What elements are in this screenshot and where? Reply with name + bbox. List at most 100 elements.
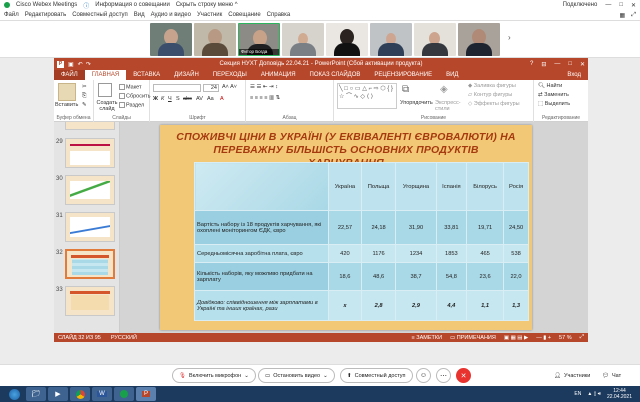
shadow-button[interactable]: S xyxy=(176,96,180,102)
participants-button[interactable]: 👤︎ Участники xyxy=(548,368,597,383)
reactions-icon[interactable]: ☺ xyxy=(416,368,431,383)
spacing-button[interactable]: AV xyxy=(196,96,203,102)
slide-thumbnail-selected[interactable] xyxy=(65,249,115,279)
find-button[interactable]: 🔍︎ Найти xyxy=(538,83,562,89)
select-button[interactable]: ⬚ Выделить xyxy=(538,101,570,107)
shapes-gallery[interactable]: ╲ □ ○ ▭ △ ⌐ ⇨ ⬡ { } ☆ ⌒ ∿ ◇ ⟨ ⟩ xyxy=(337,83,397,109)
ppt-minimize-icon[interactable]: — xyxy=(554,61,560,68)
slide-thumbnails-panel[interactable]: 29 30 31 32 33 xyxy=(54,122,120,333)
help-icon[interactable]: ? xyxy=(530,61,533,68)
close-icon[interactable]: ✕ xyxy=(631,2,636,9)
fit-slide-icon[interactable]: ⤢ xyxy=(580,334,584,341)
taskbar-media-icon[interactable]: ▶ xyxy=(48,387,68,401)
start-button-icon[interactable] xyxy=(4,387,24,401)
tab-review[interactable]: РЕЦЕНЗИРОВАНИЕ xyxy=(367,70,439,80)
unmute-button[interactable]: 🎙︎ Включить микрофон ⌄ xyxy=(172,368,256,383)
layout-button[interactable]: Макет xyxy=(119,84,142,90)
save-icon[interactable]: ▣ xyxy=(68,61,74,68)
paste-button[interactable]: Вставить xyxy=(55,102,78,108)
align-icons[interactable]: ≡ ≡ ≡ ≡ ▥ ⇅ xyxy=(250,95,280,101)
tab-view[interactable]: ВИД xyxy=(439,70,465,80)
notes-button[interactable]: ≡ ЗАМЕТКИ xyxy=(412,335,443,341)
replace-button[interactable]: ⇄ Заменить xyxy=(538,92,569,98)
arrange-button[interactable]: Упорядочить xyxy=(400,100,433,106)
bullets-icon[interactable]: ☰ ☰ ⇤ ⇥ ↕ xyxy=(250,84,278,90)
font-grow-icon[interactable]: A˄ A˅ xyxy=(222,84,237,90)
participant-video[interactable] xyxy=(414,23,456,56)
taskbar-webex-icon[interactable] xyxy=(114,387,134,401)
comments-button[interactable]: ▭ ПРИМЕЧАНИЯ xyxy=(450,335,496,341)
tab-file[interactable]: ФАЙЛ xyxy=(54,70,85,80)
tab-insert[interactable]: ВСТАВКА xyxy=(126,70,167,80)
menu-meeting[interactable]: Совещание xyxy=(228,12,260,18)
ribbon-options-icon[interactable]: ⊟ xyxy=(541,61,546,68)
menu-audio-video[interactable]: Аудио и видео xyxy=(151,12,191,18)
system-clock[interactable]: 12:44 22.04.2021 xyxy=(607,388,640,400)
new-slide-icon[interactable] xyxy=(98,83,112,97)
copy-icon[interactable]: ⎘ xyxy=(82,93,86,100)
slide-thumbnail[interactable] xyxy=(65,175,115,205)
menu-edit[interactable]: Редактировать xyxy=(25,12,66,18)
stop-video-button[interactable]: ▭ Остановить видео ⌄ xyxy=(258,368,335,383)
taskbar-powerpoint-icon[interactable]: P xyxy=(136,387,156,401)
bold-button[interactable]: Ж xyxy=(153,96,158,102)
more-options-icon[interactable]: ⋯ xyxy=(436,368,451,383)
strip-next-icon[interactable]: › xyxy=(508,33,511,42)
meeting-info-link[interactable]: Информация о совещании xyxy=(95,2,170,8)
reset-button[interactable]: Сбросить xyxy=(119,93,150,99)
effects-button[interactable]: ◇ Эффекты фигуры xyxy=(468,101,520,107)
minimize-icon[interactable]: — xyxy=(605,2,611,9)
participant-video[interactable] xyxy=(458,23,500,56)
section-button[interactable]: Раздел xyxy=(119,102,144,108)
ppt-maximize-icon[interactable]: □ xyxy=(568,61,572,68)
italic-button[interactable]: К xyxy=(161,96,164,102)
chat-button[interactable]: 💬︎ Чат xyxy=(596,368,628,383)
participant-video[interactable] xyxy=(150,23,192,56)
font-name-box[interactable] xyxy=(153,84,201,92)
share-button[interactable]: ⬆ Совместный доступ xyxy=(340,368,413,383)
arrange-icon[interactable]: ⧉ xyxy=(402,84,409,95)
ppt-close-icon[interactable]: ✕ xyxy=(580,61,585,68)
slide-thumbnail[interactable] xyxy=(65,212,115,242)
redo-icon[interactable]: ↷ xyxy=(86,61,91,68)
taskbar-explorer-icon[interactable]: 📁︎ xyxy=(26,387,46,401)
taskbar-word-icon[interactable]: W xyxy=(92,387,112,401)
slide-thumbnail[interactable] xyxy=(65,122,115,130)
taskbar-chrome-icon[interactable] xyxy=(70,387,90,401)
layout-grid-icon[interactable]: ▦ xyxy=(620,12,626,19)
end-call-button[interactable]: ✕ xyxy=(456,368,471,383)
tray-icons[interactable]: ▲ ▯ 🔊︎ xyxy=(587,391,601,397)
tab-animations[interactable]: АНИМАЦИЯ xyxy=(254,70,303,80)
active-speaker-video[interactable]: Фитор Богда xyxy=(238,23,280,56)
slide-thumbnail[interactable] xyxy=(65,138,115,168)
tab-transitions[interactable]: ПЕРЕХОДЫ xyxy=(206,70,254,80)
font-size-box[interactable]: 24 xyxy=(203,84,219,92)
login-link[interactable]: Вход xyxy=(560,70,588,80)
new-slide-button[interactable]: Создать слайд xyxy=(96,100,118,112)
fullscreen-icon[interactable]: ⤢ xyxy=(631,12,636,19)
hide-menu-button[interactable]: Скрыть строку меню ^ xyxy=(176,2,238,8)
case-button[interactable]: Aa xyxy=(207,96,214,102)
outline-button[interactable]: ▱ Контур фигуры xyxy=(468,92,512,98)
slide-thumbnail[interactable] xyxy=(65,286,115,316)
tab-home[interactable]: ГЛАВНАЯ xyxy=(84,70,127,80)
participant-video[interactable] xyxy=(370,23,412,56)
participant-video[interactable] xyxy=(326,23,368,56)
zoom-slider[interactable]: — ▮ + xyxy=(536,335,551,341)
font-color-button[interactable]: A xyxy=(220,96,224,102)
zoom-level[interactable]: 57 % xyxy=(559,335,572,341)
cut-icon[interactable]: ✂ xyxy=(82,84,87,90)
undo-icon[interactable]: ↶ xyxy=(78,61,83,68)
express-styles-icon[interactable]: ◈ xyxy=(440,84,448,95)
paste-icon[interactable] xyxy=(58,83,76,101)
format-painter-icon[interactable]: ✎ xyxy=(82,102,87,108)
menu-help[interactable]: Справка xyxy=(267,12,291,18)
language-indicator[interactable]: РУССКИЙ xyxy=(111,335,137,341)
express-styles-button[interactable]: Экспресс-стили xyxy=(435,100,463,112)
keyboard-language[interactable]: EN xyxy=(574,391,581,397)
maximize-icon[interactable]: □ xyxy=(619,2,623,9)
participant-video[interactable] xyxy=(194,23,236,56)
strikethrough-button[interactable]: abc xyxy=(183,96,192,102)
tab-design[interactable]: ДИЗАЙН xyxy=(167,70,206,80)
menu-view[interactable]: Вид xyxy=(134,12,145,18)
